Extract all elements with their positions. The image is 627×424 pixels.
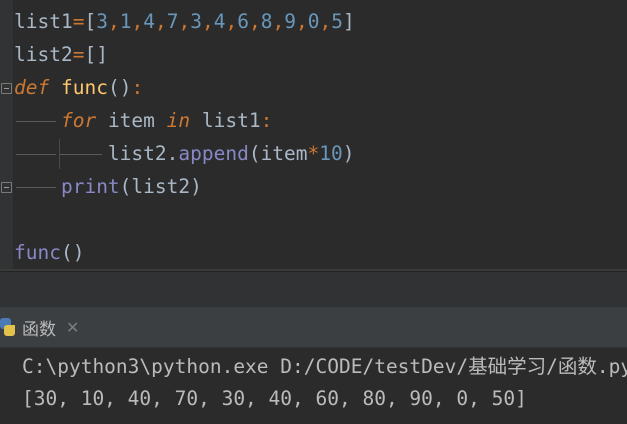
run-tab-label: 函数 [22, 319, 56, 340]
code-token: def [14, 76, 50, 99]
code-token: , [131, 10, 144, 33]
code-token: 10 [319, 142, 343, 165]
code-token: (list2) [119, 175, 202, 198]
code-token: ) [342, 142, 355, 165]
editor-gutter [0, 0, 13, 271]
code-token: ] [342, 10, 355, 33]
code-token: list2. [107, 142, 179, 165]
code-token: 6 [237, 10, 249, 33]
code-token: , [248, 10, 261, 33]
code-token: 3 [96, 10, 108, 33]
fold-marker-icon[interactable] [1, 83, 12, 94]
run-tab[interactable]: 函数 ✕ [0, 307, 79, 347]
code-token: : [131, 76, 144, 99]
code-token: 4 [143, 10, 155, 33]
code-token: 8 [260, 10, 273, 33]
code-line-5[interactable]: list2.append(item*10) [14, 137, 355, 170]
code-token: for [60, 109, 97, 132]
code-token: 4 [213, 10, 226, 33]
code-token: list1 [190, 109, 261, 132]
code-token: item [96, 109, 167, 132]
code-token: func [14, 241, 61, 264]
code-editor[interactable]: list1=[3,1,4,7,3,4,6,8,9,0,5] list2=[] d… [0, 0, 627, 271]
code-token: = [72, 10, 85, 33]
code-line-2[interactable]: list2=[] [14, 38, 108, 71]
ide-window: list1=[3,1,4,7,3,4,6,8,9,0,5] list2=[] d… [0, 0, 627, 424]
code-token: (item [248, 142, 308, 165]
code-token: , [225, 10, 238, 33]
code-token: 3 [190, 10, 202, 33]
code-token: [] [84, 43, 108, 66]
run-tab-bar: 函数 ✕ [0, 307, 627, 348]
code-token: func [60, 76, 108, 99]
code-token: 5 [331, 10, 343, 33]
code-token: * [307, 142, 320, 165]
code-token: , [107, 10, 120, 33]
code-token: = [72, 43, 85, 66]
code-line-1[interactable]: list1=[3,1,4,7,3,4,6,8,9,0,5] [14, 5, 355, 38]
code-token: () [60, 241, 85, 264]
code-token: : [260, 109, 273, 132]
close-icon[interactable]: ✕ [66, 318, 79, 337]
code-line-3[interactable]: def func(): [14, 71, 143, 104]
code-line-4[interactable]: for item in list1: [14, 104, 272, 137]
code-token: , [201, 10, 214, 33]
code-token: , [154, 10, 167, 33]
code-token: append [178, 142, 249, 165]
console-line-command: C:\python3\python.exe D:/CODE/testDev/基础… [22, 355, 627, 378]
code-token: 9 [284, 10, 296, 33]
code-token: () [107, 76, 132, 99]
code-token: , [272, 10, 285, 33]
code-token: 7 [166, 10, 179, 33]
console-line-output: [30, 10, 40, 70, 30, 40, 60, 80, 90, 0, … [22, 387, 527, 410]
code-token: [ [84, 10, 97, 33]
code-token: list1 [14, 10, 73, 33]
code-token: list2 [14, 43, 73, 66]
code-token: , [178, 10, 191, 33]
code-token: 1 [119, 10, 132, 33]
code-token: in [166, 109, 191, 132]
python-icon [0, 318, 15, 336]
code-line-6[interactable]: print(list2) [14, 170, 202, 203]
code-token: print [60, 175, 120, 198]
code-line-8[interactable]: func() [14, 236, 84, 269]
run-panel: 函数 ✕ C:\python3\python.exe D:/CODE/testD… [0, 271, 627, 424]
code-token: , [295, 10, 308, 33]
code-token: 0 [307, 10, 320, 33]
code-token: , [319, 10, 332, 33]
fold-marker-icon[interactable] [1, 182, 12, 193]
panel-splitter[interactable] [0, 271, 627, 308]
